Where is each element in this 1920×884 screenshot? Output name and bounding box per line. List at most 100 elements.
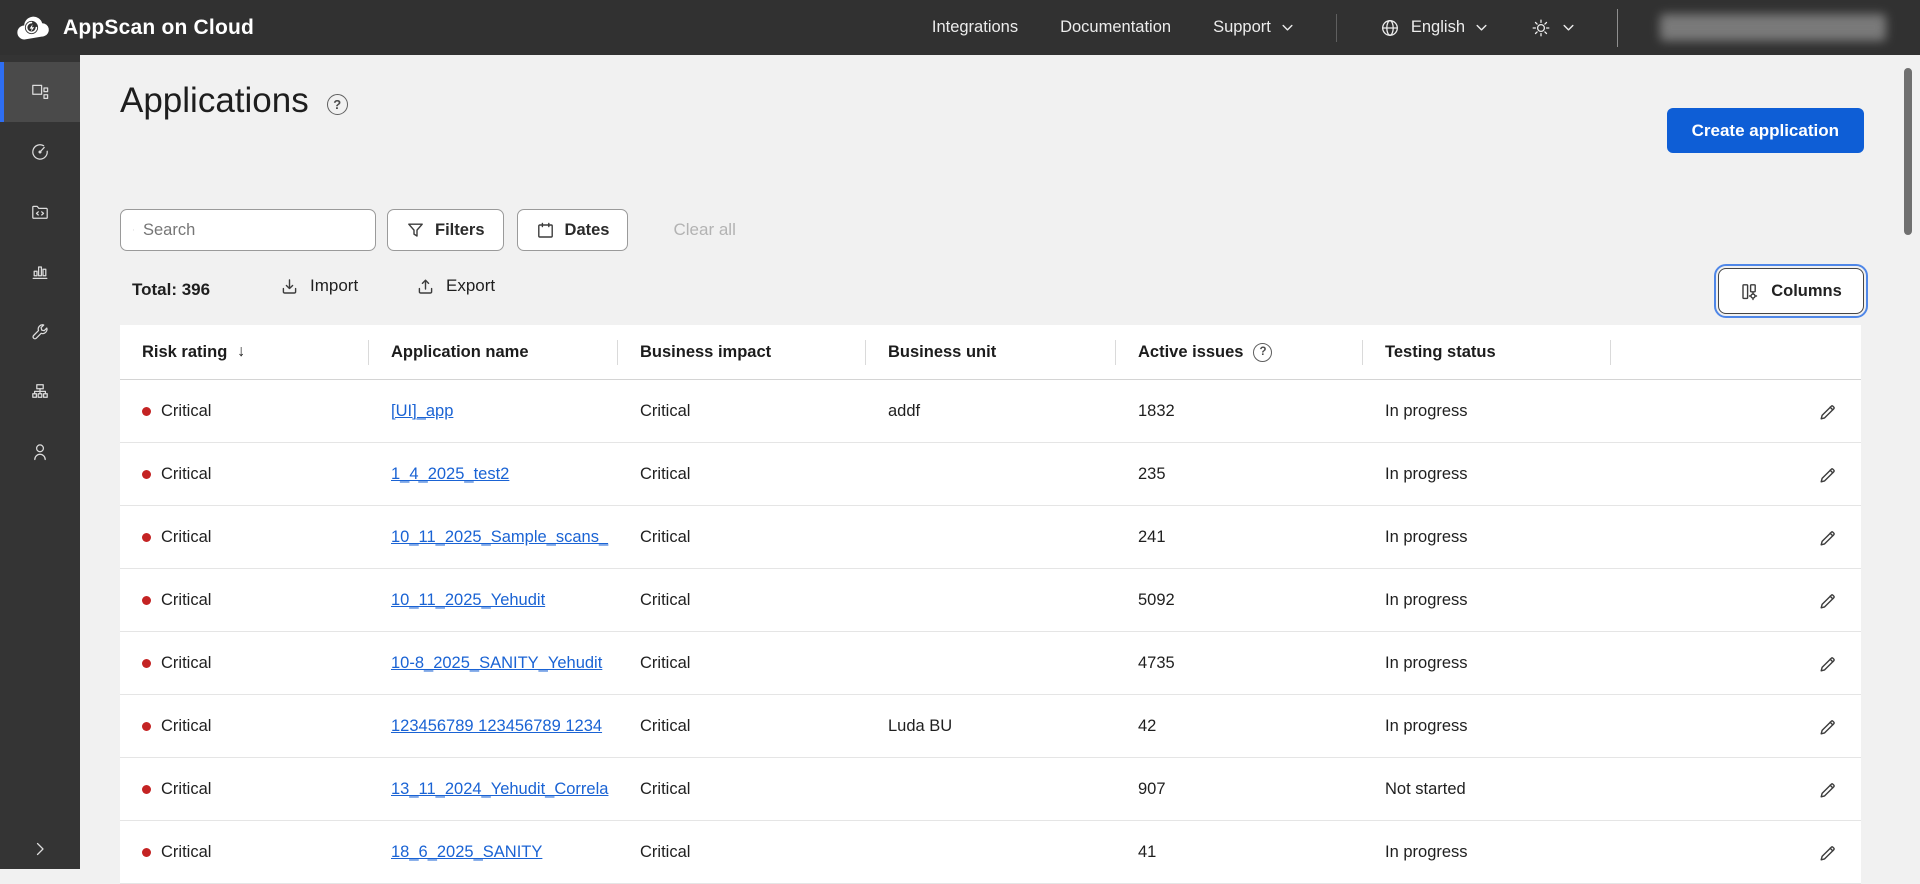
testing-status-cell: In progress (1385, 590, 1468, 609)
filters-button[interactable]: Filters (387, 209, 504, 251)
page-help-icon[interactable]: ? (326, 94, 348, 115)
pencil-edit-icon (1820, 782, 1835, 797)
risk-critical-dot (142, 721, 151, 731)
risk-critical-dot (142, 469, 151, 479)
application-name-link[interactable]: 10-8_2025_SANITY_Yehudit (391, 654, 602, 673)
cloud-logo-icon (17, 16, 49, 40)
pencil-edit-icon (1820, 719, 1835, 734)
application-name-link[interactable]: 123456789 123456789 1234 (391, 717, 602, 736)
edit-application-button[interactable] (1818, 843, 1837, 862)
header-active-issues[interactable]: Active issues ? (1116, 325, 1363, 379)
nav-integrations[interactable]: Integrations (932, 18, 1018, 37)
import-button[interactable]: Import (280, 276, 358, 296)
table-row: Critical 1_4_2025_test2 Critical 235 In … (120, 443, 1861, 506)
risk-rating-cell: Critical (120, 758, 369, 820)
wrench-icon (32, 324, 48, 340)
edit-cell (1611, 632, 1861, 694)
testing-status-cell: In progress (1385, 527, 1468, 546)
filter-funnel-icon (408, 223, 423, 237)
clear-all-button[interactable]: Clear all (673, 220, 735, 240)
sort-desc-icon[interactable]: ↓ (237, 343, 245, 361)
create-application-button[interactable]: Create application (1666, 108, 1864, 153)
application-name-link[interactable]: 10_11_2025_Yehudit (391, 591, 545, 610)
globe-icon (1381, 19, 1398, 36)
risk-critical-dot (142, 532, 151, 542)
header-testing-status[interactable]: Testing status (1363, 325, 1611, 379)
edit-application-button[interactable] (1818, 780, 1837, 799)
testing-status-cell: In progress (1385, 842, 1468, 861)
edit-application-button[interactable] (1818, 717, 1837, 736)
search-box[interactable] (120, 209, 376, 251)
vertical-scrollbar[interactable] (1904, 68, 1912, 235)
application-name-cell: 10_11_2025_Yehudit (369, 569, 618, 631)
active-issues-help-icon[interactable]: ? (1253, 342, 1273, 362)
edit-cell (1611, 380, 1861, 442)
export-upload-icon (418, 279, 433, 294)
applications-table: Risk rating ↓ Application name Business … (120, 325, 1861, 884)
risk-critical-dot (142, 784, 151, 794)
sidebar-item-tools[interactable] (0, 302, 80, 362)
dates-button[interactable]: Dates (516, 209, 629, 251)
user-icon (34, 444, 46, 461)
risk-rating-cell: Critical (120, 569, 369, 631)
search-input[interactable] (143, 220, 363, 240)
columns-button[interactable]: Columns (1714, 264, 1868, 318)
pencil-edit-icon (1820, 467, 1835, 482)
testing-status-cell: In progress (1385, 401, 1468, 420)
sidebar-item-scans[interactable] (0, 122, 80, 182)
page-title: Applications (120, 81, 309, 120)
application-name-link[interactable]: 13_11_2024_Yehudit_Correla (391, 780, 608, 799)
edit-cell (1611, 443, 1861, 505)
table-row: Critical 13_11_2024_Yehudit_Correla Crit… (120, 758, 1861, 821)
user-account-redacted[interactable] (1660, 14, 1886, 41)
application-name-cell: 123456789 123456789 1234 (369, 695, 618, 757)
business-impact-cell: Critical (640, 401, 691, 420)
total-count: Total: 396 (132, 280, 211, 299)
sidebar-item-applications[interactable] (0, 62, 80, 122)
edit-application-button[interactable] (1818, 465, 1837, 484)
sidebar-item-organization[interactable] (0, 362, 80, 422)
business-unit-cell (866, 632, 1116, 694)
export-button[interactable]: Export (416, 276, 495, 296)
edit-application-button[interactable] (1818, 528, 1837, 547)
header-actions (1611, 325, 1861, 379)
active-issues-cell: 42 (1138, 716, 1157, 735)
business-impact-cell: Critical (640, 779, 691, 798)
application-name-link[interactable]: [UI]_app (391, 402, 453, 421)
import-download-icon (282, 278, 297, 294)
header-business-impact[interactable]: Business impact (618, 325, 866, 379)
edit-application-button[interactable] (1818, 402, 1837, 421)
sidebar-item-code-projects[interactable] (0, 182, 80, 242)
risk-rating-cell: Critical (120, 632, 369, 694)
edit-application-button[interactable] (1818, 591, 1837, 610)
table-row: Critical 10_11_2025_Sample_scans_ Critic… (120, 506, 1861, 569)
sidebar-item-users[interactable] (0, 422, 80, 482)
sidebar-item-reports[interactable] (0, 242, 80, 302)
application-name-cell: 18_6_2025_SANITY (369, 821, 618, 883)
edit-cell (1611, 569, 1861, 631)
header-business-unit[interactable]: Business unit (866, 325, 1116, 379)
theme-selector[interactable] (1530, 17, 1575, 39)
header-divider (1335, 13, 1337, 42)
header-application-name[interactable]: Application name (369, 325, 618, 379)
risk-rating-cell: Critical (120, 506, 369, 568)
business-impact-cell: Critical (640, 653, 691, 672)
business-impact-cell: Critical (640, 527, 691, 546)
application-name-link[interactable]: 18_6_2025_SANITY (391, 843, 542, 862)
business-impact-cell: Critical (640, 842, 691, 861)
sidebar-expand-button[interactable] (0, 839, 80, 859)
business-impact-cell: Critical (640, 590, 691, 609)
risk-rating-cell: Critical (120, 695, 369, 757)
application-name-link[interactable]: 1_4_2025_test2 (391, 465, 509, 484)
edit-cell (1611, 695, 1861, 757)
application-name-link[interactable]: 10_11_2025_Sample_scans_ (391, 528, 608, 547)
scan-gauge-icon (32, 144, 48, 160)
edit-application-button[interactable] (1818, 654, 1837, 673)
language-selector[interactable]: English (1379, 17, 1488, 39)
page-title-row: Applications ? (120, 81, 348, 121)
header-risk-rating[interactable]: Risk rating ↓ (120, 325, 369, 379)
nav-support[interactable]: Support (1213, 18, 1294, 37)
testing-status-cell: In progress (1385, 653, 1468, 672)
nav-documentation[interactable]: Documentation (1060, 18, 1171, 37)
chevron-down-icon (1563, 24, 1574, 31)
